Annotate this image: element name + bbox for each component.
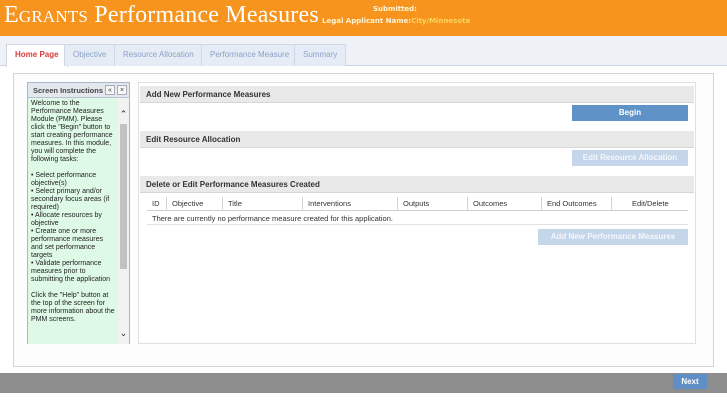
empty-table-message: There are currently no performance measu… — [147, 211, 688, 225]
column-interventions: Interventions — [308, 199, 351, 208]
column-divider — [397, 197, 398, 211]
legal-applicant: Legal Applicant Name:City/Minnesota — [322, 17, 470, 25]
column-id: ID — [152, 199, 160, 208]
app-title: EGRANTS Performance Measures — [4, 2, 319, 28]
close-icon[interactable]: × — [117, 85, 127, 95]
tab-performance-measure[interactable]: Performance Measure — [201, 44, 299, 66]
instructions-task: • Create one or more performance measure… — [31, 228, 103, 259]
scrollbar-thumb[interactable] — [120, 124, 127, 269]
column-divider — [467, 197, 468, 211]
column-outputs: Outputs — [403, 199, 430, 208]
tab-summary[interactable]: Summary — [294, 44, 347, 66]
column-outcomes: Outcomes — [473, 199, 508, 208]
next-button[interactable]: Next — [673, 374, 707, 389]
instructions-task: • Validate performance measures prior to… — [31, 260, 110, 283]
column-title: Title — [228, 199, 242, 208]
app-header: EGRANTS Performance Measures Submitted: … — [0, 0, 727, 36]
tab-home-page[interactable]: Home Page — [6, 44, 68, 67]
edit-resource-allocation-button[interactable]: Edit Resource Allocation — [572, 150, 688, 166]
column-end-outcomes: End Outcomes — [547, 199, 597, 208]
column-objective: Objective — [172, 199, 204, 208]
scroll-up-icon[interactable]: ⌃ — [118, 108, 129, 120]
instructions-body: Welcome to the Performance Measures Modu… — [28, 98, 118, 344]
column-edit-delete: Edit/Delete — [632, 199, 669, 208]
tab-bar: Home Page Objective Resource Allocation … — [0, 36, 727, 67]
instructions-title: Screen Instructions — [33, 86, 104, 95]
tab-objective[interactable]: Objective — [64, 44, 116, 66]
column-divider — [166, 197, 167, 211]
column-divider — [302, 197, 303, 211]
add-new-performance-measures-button[interactable]: Add New Performance Measures — [538, 229, 688, 245]
instructions-intro: Welcome to the Performance Measures Modu… — [31, 100, 113, 163]
instructions-task: • Select primary and/or secondary focus … — [31, 188, 110, 211]
tab-resource-allocation[interactable]: Resource Allocation — [114, 44, 203, 66]
legal-applicant-label: Legal Applicant Name: — [322, 17, 412, 25]
column-divider — [222, 197, 223, 211]
submitted-label: Submitted: — [373, 5, 417, 13]
edit-allocation-section-title: Edit Resource Allocation — [140, 131, 694, 148]
column-divider — [541, 197, 542, 211]
begin-button[interactable]: Begin — [572, 105, 688, 121]
delete-edit-section-title: Delete or Edit Performance Measures Crea… — [140, 176, 694, 193]
add-measures-section-title: Add New Performance Measures — [140, 86, 694, 103]
instructions-task: • Allocate resources by objective — [31, 212, 102, 227]
instructions-help: Click the "Help" button at the top of th… — [31, 292, 115, 323]
collapse-icon[interactable]: « — [105, 85, 115, 95]
instructions-task: • Select performance objective(s) — [31, 172, 97, 187]
measures-table-header: ID Objective Title Interventions Outputs… — [147, 197, 688, 211]
scroll-down-icon[interactable]: ⌄ — [118, 327, 129, 339]
legal-applicant-value: City/Minnesota — [411, 17, 471, 25]
screen-instructions-panel: Screen Instructions « × Welcome to the P… — [27, 82, 130, 344]
instructions-scrollbar[interactable]: ⌃ ⌄ — [118, 98, 129, 344]
column-divider — [611, 197, 612, 211]
instructions-header: Screen Instructions « × — [28, 83, 129, 98]
footer-bar — [0, 373, 727, 393]
